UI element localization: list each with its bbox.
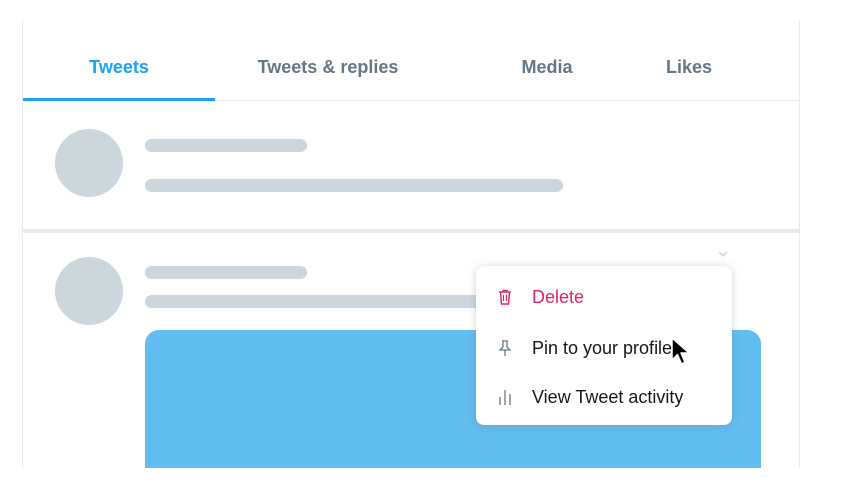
tab-tweets-and-replies[interactable]: Tweets & replies (215, 20, 441, 100)
activity-icon (496, 388, 514, 406)
skeleton-line (145, 179, 563, 192)
pin-icon (496, 339, 514, 357)
tab-likes[interactable]: Likes (623, 20, 755, 100)
avatar (55, 129, 123, 197)
trash-icon (496, 288, 514, 306)
view-tweet-activity-menu-item[interactable]: View Tweet activity (476, 374, 732, 420)
tab-tweets[interactable]: Tweets (23, 20, 215, 100)
skeleton-line (145, 295, 525, 308)
tab-media[interactable]: Media (471, 20, 623, 100)
mouse-cursor-icon (670, 336, 694, 368)
skeleton-line (145, 266, 307, 279)
delete-label: Delete (532, 287, 585, 307)
chevron-down-icon[interactable] (718, 248, 728, 258)
avatar (55, 257, 123, 325)
tweet-placeholder[interactable] (23, 101, 799, 229)
pin-to-profile-label: Pin to your profile (532, 338, 673, 358)
skeleton-line (145, 139, 307, 152)
view-tweet-activity-label: View Tweet activity (532, 387, 684, 407)
delete-menu-item[interactable]: Delete (476, 274, 732, 320)
profile-tabs: Tweets Tweets & replies Media Likes (23, 20, 799, 101)
